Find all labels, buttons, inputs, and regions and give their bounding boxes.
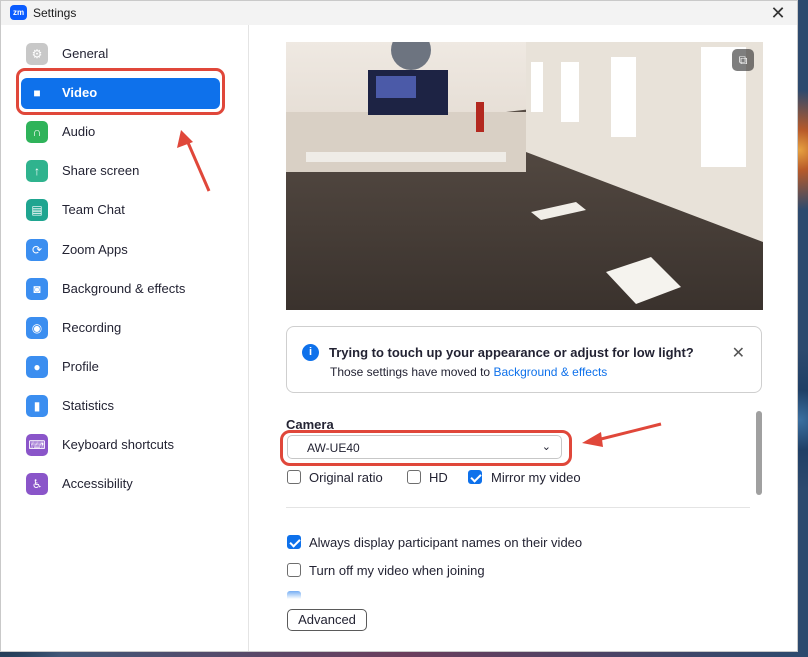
statistics-icon: ▮ [26,394,48,417]
sidebar-item-label: Accessibility [62,476,133,492]
sidebar-item-label: Zoom Apps [62,241,128,257]
checkbox-hd[interactable] [407,470,421,484]
sidebar-item-statistics[interactable]: ▮ Statistics [21,391,220,422]
sidebar-item-profile[interactable]: ● Profile [21,352,220,383]
red-arrow-annotation [177,130,211,192]
sidebar-item-background-effects[interactable]: ◙ Background & effects [21,274,220,305]
divider [286,507,750,508]
sidebar-item-label: Recording [62,319,122,335]
sidebar-item-label: Audio [62,124,96,140]
camera-highlight-annotation [280,430,572,466]
checkbox-mirror-my-video[interactable] [468,470,482,484]
info-icon: i [302,344,319,361]
video-settings-panel: ⧉ i Trying to touch up your appearance o… [249,25,798,651]
setting-label: Turn off my video when joining [309,563,485,578]
tip-banner: i Trying to touch up your appearance or … [286,326,762,393]
advanced-button[interactable]: Advanced [287,609,367,631]
profile-icon: ● [26,355,48,378]
recording-icon: ◉ [26,316,48,339]
settings-window: zm Settings ✕ ⚙ General ■ Video ∩ Audio ↑ Share… [0,0,798,652]
sidebar-item-label: Profile [62,358,99,374]
sidebar-item-label: Keyboard shortcuts [62,437,175,452]
sidebar-item-general[interactable]: ⚙ General [21,39,220,70]
sidebar-item-keyboard-shortcuts[interactable]: ⌨ Keyboard shortcuts [21,430,220,461]
title-bar: zm Settings ✕ [1,1,797,25]
checkbox-label: HD [429,470,448,485]
zoom-app-icon: zm [10,5,27,20]
setting-checkbox[interactable] [287,535,301,549]
chat-icon: ▤ [26,199,48,222]
sidebar-item-team-chat[interactable]: ▤ Team Chat [21,195,220,226]
apps-icon: ⟳ [26,238,48,261]
sidebar-item-accessibility[interactable]: ♿ Accessibility [21,469,220,500]
tip-body: Those settings have moved to Background … [330,365,607,379]
settings-sidebar: ⚙ General ■ Video ∩ Audio ↑ Share screen ▤ Team C… [1,25,249,651]
tip-body-text: Those settings have moved to [330,365,494,379]
popout-icon[interactable]: ⧉ [732,49,754,71]
scroll-fade [286,585,762,599]
share-screen-icon: ↑ [26,160,48,183]
camera-preview: ⧉ [286,42,763,310]
background-effects-icon: ◙ [26,277,48,300]
window-title: Settings [33,6,77,20]
sidebar-item-label: Statistics [62,397,115,413]
keyboard-icon: ⌨ [26,434,48,456]
sidebar-item-recording[interactable]: ◉ Recording [21,313,220,344]
sidebar-item-label: Share screen [62,163,140,179]
sidebar-item-zoom-apps[interactable]: ⟳ Zoom Apps [21,235,220,266]
dismiss-tip-button[interactable]: ✕ [732,343,745,363]
accessibility-icon: ♿ [26,473,48,496]
scrollbar-thumb[interactable] [756,411,762,495]
setting-label: Always display participant names on thei… [309,535,583,550]
checkbox-label: Original ratio [309,470,383,485]
gear-icon: ⚙ [26,43,48,65]
checkbox-label: Mirror my video [491,470,581,485]
background-effects-link[interactable]: Background & effects [493,365,607,379]
sidebar-item-label: Team Chat [62,202,125,218]
sidebar-item-label: Background & effects [62,280,186,296]
sidebar-item-label: General [62,46,109,61]
close-window-button[interactable]: ✕ [763,1,793,25]
camera-preview-image [286,42,763,310]
red-arrow-annotation [582,422,662,447]
video-highlight-annotation [16,68,225,115]
setting-checkbox[interactable] [287,563,301,577]
headphones-icon: ∩ [26,121,48,144]
tip-title: Trying to touch up your appearance or ad… [329,345,694,360]
checkbox-original-ratio[interactable] [287,470,301,484]
